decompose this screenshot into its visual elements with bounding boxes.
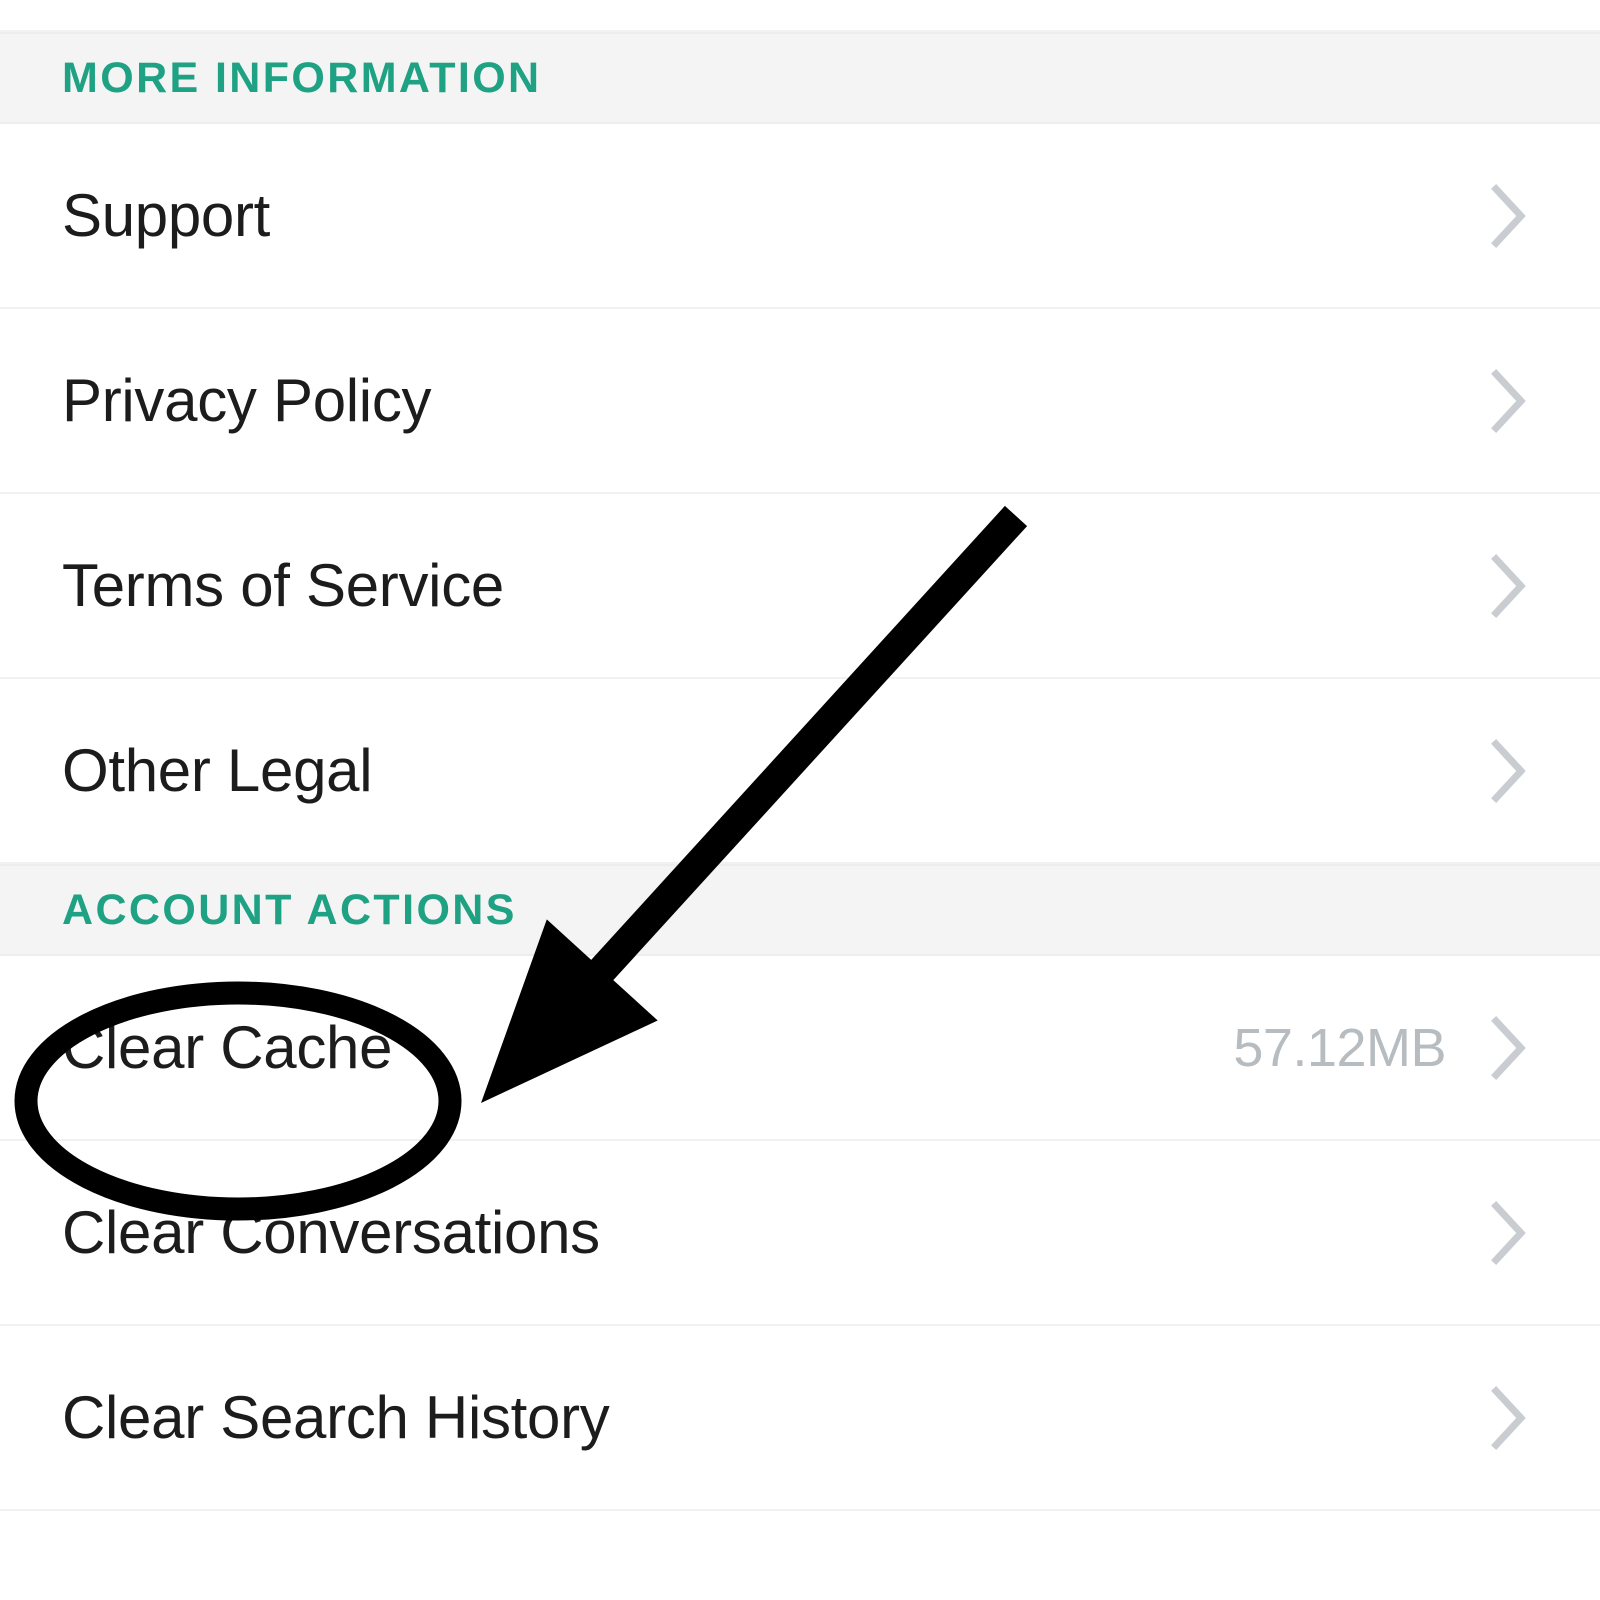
chevron-right-icon — [1491, 1015, 1526, 1080]
row-label: Privacy Policy — [62, 366, 432, 434]
row-accessory — [1488, 183, 1600, 249]
settings-row-clear-conversations[interactable]: Clear Conversations — [0, 1141, 1600, 1326]
row-label: Support — [62, 181, 271, 249]
section-header-account-actions: ACCOUNT ACTIONS — [0, 864, 1600, 956]
row-accessory — [1488, 1200, 1600, 1266]
settings-row-other-legal[interactable]: Other Legal — [0, 679, 1600, 864]
row-label: Terms of Service — [62, 551, 504, 619]
section-header-label: ACCOUNT ACTIONS — [62, 885, 517, 934]
section-header-more-information: MORE INFORMATION — [0, 32, 1600, 124]
settings-list: MORE INFORMATION Support Privacy Policy … — [0, 0, 1600, 1511]
row-label: Clear Search History — [62, 1383, 610, 1451]
settings-row-terms-of-service[interactable]: Terms of Service — [0, 494, 1600, 679]
settings-row-clear-search-history[interactable]: Clear Search History — [0, 1326, 1600, 1511]
row-accessory — [1488, 1385, 1600, 1451]
settings-row-support[interactable]: Support — [0, 124, 1600, 309]
row-label: Clear Cache — [62, 1013, 393, 1081]
cache-size-value: 57.12MB — [1233, 1017, 1446, 1078]
chevron-right-icon — [1491, 368, 1526, 433]
row-accessory: 57.12MB — [1233, 1015, 1600, 1081]
row-accessory — [1488, 368, 1600, 434]
chevron-right-icon — [1491, 183, 1526, 248]
settings-row-privacy-policy[interactable]: Privacy Policy — [0, 309, 1600, 494]
row-label: Other Legal — [62, 736, 373, 804]
chevron-right-icon — [1491, 1385, 1526, 1450]
settings-row-clear-cache[interactable]: Clear Cache 57.12MB — [0, 956, 1600, 1141]
row-accessory — [1488, 738, 1600, 804]
section-header-label: MORE INFORMATION — [62, 53, 542, 102]
chevron-right-icon — [1491, 1200, 1526, 1265]
chevron-right-icon — [1491, 738, 1526, 803]
settings-screen: MORE INFORMATION Support Privacy Policy … — [0, 0, 1600, 1600]
partial-row-above-fold — [0, 0, 1600, 32]
row-label: Clear Conversations — [62, 1198, 600, 1266]
row-accessory — [1488, 553, 1600, 619]
chevron-right-icon — [1491, 553, 1526, 618]
